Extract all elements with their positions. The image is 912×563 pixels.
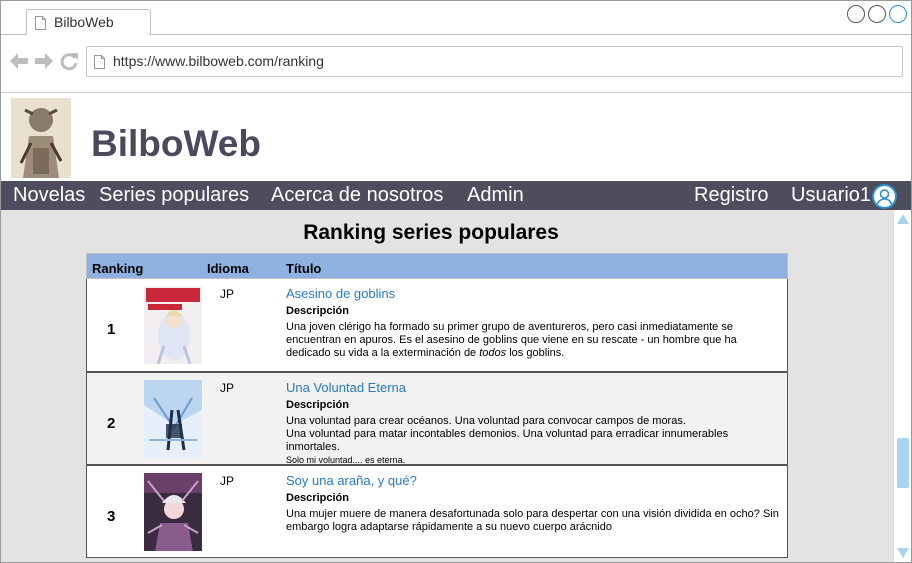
table-row: 3 JP Soy una araña, y qué? Descripción U… xyxy=(86,465,788,558)
cover-image[interactable] xyxy=(144,286,202,364)
url-field[interactable] xyxy=(86,46,903,77)
cover-image[interactable] xyxy=(144,473,202,551)
menu-item-registro[interactable]: Registro xyxy=(694,184,768,207)
site-header: BilboWeb xyxy=(1,94,911,181)
window-controls xyxy=(847,5,907,23)
menu-item-novelas[interactable]: Novelas xyxy=(13,184,85,207)
description-label: Descripción xyxy=(286,492,349,504)
back-arrow-icon[interactable] xyxy=(9,52,29,70)
tab-strip: BilboWeb xyxy=(1,1,911,36)
language: JP xyxy=(220,474,235,488)
col-idioma: Idioma xyxy=(207,261,249,276)
col-titulo: Título xyxy=(286,261,322,276)
url-input[interactable] xyxy=(113,53,893,69)
close-button[interactable] xyxy=(889,5,907,23)
table-row: 1 JP Asesino de goblins Descripción Una … xyxy=(86,279,788,372)
scroll-thumb[interactable] xyxy=(897,438,909,488)
page-icon xyxy=(94,55,105,69)
table-row: 2 JP Una Voluntad Eterna Descripción Una… xyxy=(86,372,788,465)
browser-tab[interactable]: BilboWeb xyxy=(26,9,151,36)
menu-item-usuario[interactable]: Usuario1 xyxy=(791,184,871,207)
table-header: Ranking Idioma Título xyxy=(86,253,788,279)
forward-arrow-icon[interactable] xyxy=(34,52,54,70)
menu-item-admin[interactable]: Admin xyxy=(467,184,524,207)
series-info: Asesino de goblins Descripción Una joven… xyxy=(286,286,781,360)
rank-number: 1 xyxy=(107,321,116,338)
tab-title: BilboWeb xyxy=(54,14,114,30)
series-title-link[interactable]: Una Voluntad Eterna xyxy=(286,380,781,396)
address-bar xyxy=(1,35,911,93)
main-menu: Novelas Series populares Acerca de nosot… xyxy=(1,181,911,210)
document-icon xyxy=(35,16,46,30)
description-text: Una voluntad para crear océanos. Una vol… xyxy=(286,415,729,465)
minimize-button[interactable] xyxy=(847,5,865,23)
site-brand[interactable]: BilboWeb xyxy=(91,123,261,165)
description-label: Descripción xyxy=(286,399,349,411)
language: JP xyxy=(220,381,235,395)
scroll-up-arrow-icon[interactable] xyxy=(897,214,909,224)
maximize-button[interactable] xyxy=(868,5,886,23)
series-title-link[interactable]: Soy una araña, y qué? xyxy=(286,473,781,489)
content-area: Ranking series populares Ranking Idioma … xyxy=(1,210,893,562)
ranking-table: Ranking Idioma Título 1 JP Asesino de go… xyxy=(86,253,788,558)
series-title-link[interactable]: Asesino de goblins xyxy=(286,286,781,302)
rank-number: 3 xyxy=(107,508,116,525)
rank-number: 2 xyxy=(107,415,116,432)
page-title: Ranking series populares xyxy=(303,221,559,244)
cover-image[interactable] xyxy=(144,380,202,458)
col-ranking: Ranking xyxy=(92,261,144,276)
series-info: Soy una araña, y qué? Descripción Una mu… xyxy=(286,473,781,534)
site-logo[interactable] xyxy=(11,98,71,178)
reload-icon[interactable] xyxy=(60,52,79,71)
description-text: Una mujer muere de manera desafortunada … xyxy=(286,508,779,533)
menu-item-about[interactable]: Acerca de nosotros xyxy=(271,184,443,207)
vertical-scrollbar[interactable] xyxy=(893,210,911,562)
menu-item-series[interactable]: Series populares xyxy=(99,184,249,207)
user-avatar-icon[interactable] xyxy=(872,184,897,209)
series-info: Una Voluntad Eterna Descripción Una volu… xyxy=(286,380,781,466)
description-text: Una joven clérigo ha formado su primer g… xyxy=(286,321,737,359)
scroll-down-arrow-icon[interactable] xyxy=(897,548,909,558)
description-label: Descripción xyxy=(286,305,349,317)
language: JP xyxy=(220,287,235,301)
